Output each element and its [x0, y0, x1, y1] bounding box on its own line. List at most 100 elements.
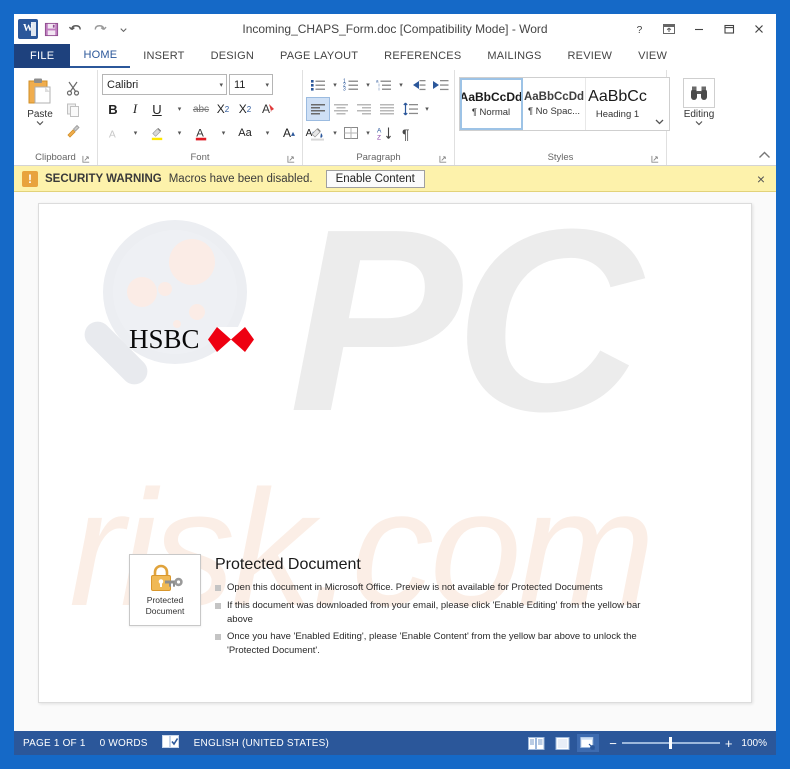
styles-dialog-launcher-icon[interactable] [651, 155, 660, 164]
underline-button[interactable]: U [146, 98, 168, 120]
align-left-icon[interactable] [306, 97, 330, 121]
multilevel-chevron-down-icon[interactable]: ▾ [396, 74, 405, 96]
italic-button[interactable]: I [124, 98, 146, 120]
enable-content-button[interactable]: Enable Content [325, 169, 425, 188]
sort-icon[interactable]: A Z [373, 122, 395, 144]
zoom-out-button[interactable]: − [609, 737, 617, 750]
text-highlight-color-icon[interactable] [146, 122, 168, 144]
font-color-chevron-down-icon[interactable]: ▾ [212, 122, 234, 144]
paragraph-dialog-launcher-icon[interactable] [439, 155, 448, 164]
line-spacing-icon[interactable] [399, 98, 421, 120]
numbering-icon[interactable]: 1 2 3 [340, 74, 362, 96]
change-case-button[interactable]: Aa [234, 122, 256, 144]
zoom-in-button[interactable]: + [725, 737, 733, 750]
title-bar: W Incoming_CHAPS_Form.doc [Compatibility… [14, 14, 776, 44]
tab-design[interactable]: DESIGN [198, 44, 267, 68]
ribbon-display-options-icon[interactable] [654, 16, 684, 42]
font-name-chevron-down-icon[interactable]: ▾ [216, 81, 223, 89]
multilevel-list-icon[interactable]: a i i [373, 74, 395, 96]
print-layout-icon[interactable] [551, 734, 573, 752]
tab-review[interactable]: REVIEW [555, 44, 626, 68]
bullets-icon[interactable] [307, 74, 329, 96]
clear-formatting-chevron-down-icon[interactable]: ▾ [124, 122, 146, 144]
text-effects-icon[interactable]: A [256, 98, 278, 120]
tab-insert[interactable]: INSERT [130, 44, 197, 68]
highlight-chevron-down-icon[interactable]: ▾ [168, 122, 190, 144]
tab-references[interactable]: REFERENCES [371, 44, 474, 68]
word-icon[interactable]: W [18, 19, 38, 39]
redo-icon[interactable] [88, 18, 110, 40]
superscript-button[interactable]: X2 [234, 98, 256, 120]
ribbon-group-clipboard: Paste Clipboard [14, 70, 98, 165]
align-center-icon[interactable] [330, 98, 352, 120]
help-icon[interactable]: ? [624, 16, 654, 42]
font-size-chevron-down-icon[interactable]: ▾ [262, 81, 269, 89]
style-no-spacing[interactable]: AaBbCcDd ¶ No Spac... [523, 78, 586, 130]
protected-icon-caption-line1: Protected [146, 595, 184, 606]
justify-icon[interactable] [376, 98, 398, 120]
font-size-input[interactable]: 11 ▾ [229, 74, 273, 95]
save-icon[interactable] [40, 18, 62, 40]
borders-chevron-down-icon[interactable]: ▾ [363, 122, 372, 144]
document-page[interactable]: PC risk.com HSBC Protected Document Prot… [38, 203, 752, 703]
zoom-slider-thumb[interactable] [668, 737, 672, 749]
word-count[interactable]: 0 WORDS [100, 738, 148, 749]
line-spacing-chevron-down-icon[interactable]: ▾ [422, 98, 431, 120]
subscript-button[interactable]: X2 [212, 98, 234, 120]
clipboard-dialog-launcher-icon[interactable] [82, 155, 91, 164]
zoom-slider[interactable] [621, 737, 720, 749]
web-layout-icon[interactable] [577, 734, 600, 752]
format-painter-icon[interactable] [62, 121, 84, 142]
more-styles-icon[interactable] [649, 78, 669, 130]
tab-home[interactable]: HOME [70, 44, 131, 68]
clear-formatting-icon[interactable]: A [102, 122, 124, 144]
proofing-icon[interactable] [161, 735, 180, 751]
paste-button[interactable]: Paste [18, 74, 62, 126]
copy-icon[interactable] [62, 99, 84, 120]
document-area[interactable]: PC risk.com HSBC Protected Document Prot… [14, 192, 776, 731]
style-normal[interactable]: AaBbCcDd ¶ Normal [460, 78, 523, 130]
font-dialog-launcher-icon[interactable] [287, 155, 296, 164]
bullets-chevron-down-icon[interactable]: ▾ [330, 74, 339, 96]
tab-mailings[interactable]: MAILINGS [474, 44, 554, 68]
decrease-indent-icon[interactable] [406, 74, 428, 96]
editing-button[interactable]: Editing [675, 74, 723, 126]
superscript-label: X [238, 102, 247, 116]
tab-page-layout[interactable]: PAGE LAYOUT [267, 44, 371, 68]
instruction-text: Open this document in Microsoft Office. … [227, 582, 603, 593]
shading-chevron-down-icon[interactable]: ▾ [330, 122, 339, 144]
customize-quick-access-icon[interactable] [112, 18, 134, 40]
numbering-chevron-down-icon[interactable]: ▾ [363, 74, 372, 96]
cut-icon[interactable] [62, 77, 84, 98]
style-heading-1[interactable]: AaBbCс Heading 1 [586, 78, 649, 130]
underline-chevron-down-icon[interactable]: ▾ [168, 98, 190, 120]
increase-indent-icon[interactable] [429, 74, 451, 96]
grow-font-button[interactable]: A ▴ [278, 122, 300, 144]
collapse-ribbon-icon[interactable] [758, 151, 771, 163]
tab-view[interactable]: VIEW [625, 44, 680, 68]
page-count[interactable]: PAGE 1 OF 1 [23, 738, 86, 749]
minimize-icon[interactable] [684, 16, 714, 42]
bold-button[interactable]: B [102, 98, 124, 120]
borders-icon[interactable] [340, 122, 362, 144]
editing-chevron-down-icon [695, 121, 703, 126]
clipboard-small-buttons [62, 74, 84, 142]
align-right-icon[interactable] [353, 98, 375, 120]
undo-icon[interactable] [64, 18, 86, 40]
ribbon-group-styles: AaBbCcDd ¶ Normal AaBbCcDd ¶ No Spac... … [455, 70, 670, 165]
shading-icon[interactable] [307, 122, 329, 144]
change-case-chevron-down-icon[interactable]: ▾ [256, 122, 278, 144]
strikethrough-button[interactable]: abc [190, 98, 212, 120]
svg-text:Z: Z [377, 134, 381, 141]
show-marks-icon[interactable]: ¶ [396, 122, 418, 144]
restore-icon[interactable] [714, 16, 744, 42]
tab-file[interactable]: FILE [14, 44, 71, 68]
font-color-icon[interactable]: A [190, 122, 212, 144]
zoom-level[interactable]: 100% [741, 738, 767, 749]
close-security-bar-icon[interactable]: × [754, 172, 768, 186]
read-mode-icon[interactable] [525, 734, 547, 752]
close-icon[interactable] [744, 16, 774, 42]
svg-text:3: 3 [343, 87, 346, 92]
font-name-input[interactable]: Calibri ▾ [102, 74, 227, 95]
language-indicator[interactable]: ENGLISH (UNITED STATES) [194, 738, 329, 749]
